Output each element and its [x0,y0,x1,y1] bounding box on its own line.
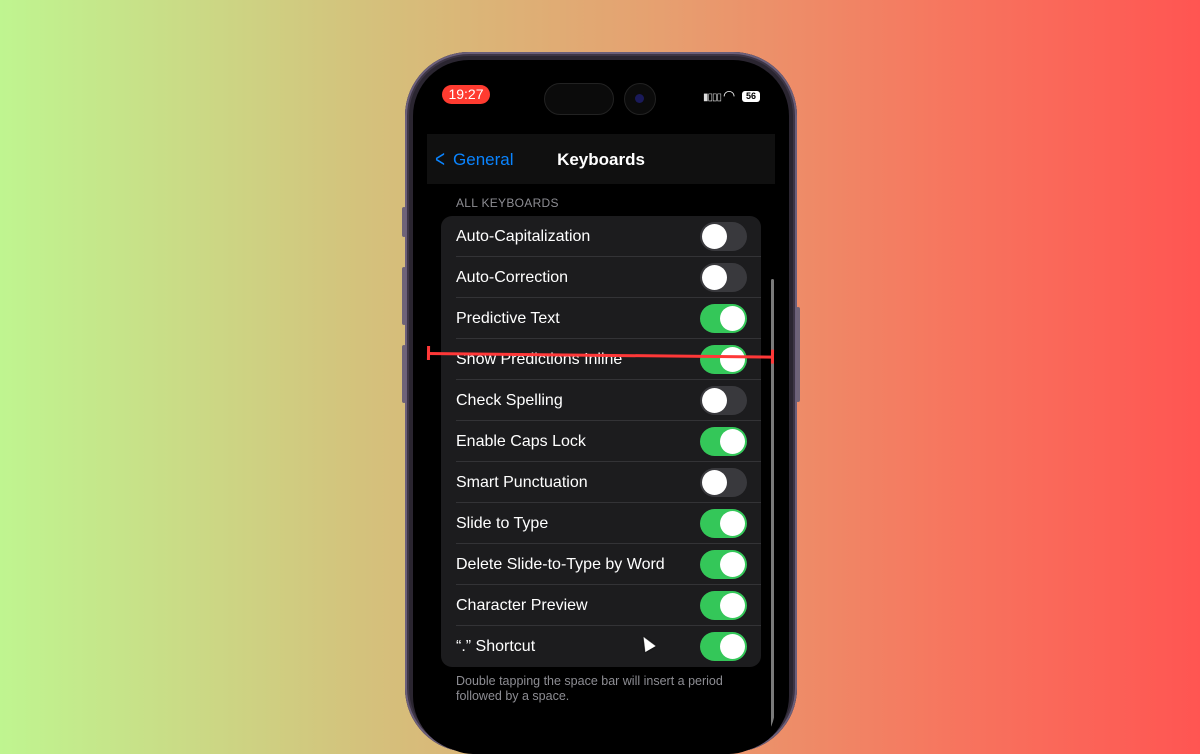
settings-row: Character Preview [441,585,761,626]
row-label: Slide to Type [456,514,549,532]
row-label: Smart Punctuation [456,473,588,491]
settings-row: Check Spelling [441,380,761,421]
toggle-switch[interactable] [700,263,747,292]
settings-row: Auto-Correction [441,257,761,298]
row-label: Auto-Capitalization [456,227,591,245]
toggle-knob [720,347,745,372]
settings-group: Auto-Capitalization Auto-Correction Predic… [441,216,761,667]
toggle-switch[interactable] [700,345,747,374]
row-label: Enable Caps Lock [456,432,586,450]
settings-row: Predictive Text [441,298,761,339]
toggle-knob [702,388,727,413]
camera-icon [624,83,656,115]
battery-icon: 56 [742,91,760,102]
toggle-switch[interactable] [700,222,747,251]
toggle-knob [720,634,745,659]
settings-content: ALL KEYBOARDS Auto-Capitalization Auto-Co… [427,184,775,704]
toggle-switch[interactable] [700,509,747,538]
toggle-switch[interactable] [700,591,747,620]
wifi-icon: ◠ [723,87,736,103]
settings-row: Slide to Type [441,503,761,544]
volume-up-button [402,267,406,325]
toggle-knob [702,224,727,249]
row-label: “.” Shortcut [456,637,536,655]
row-label: Predictive Text [456,309,560,327]
toggle-knob [702,470,727,495]
action-button [402,207,406,237]
status-bar: 19:27 ▮▯▯▯ ◠ 56 [427,74,775,134]
section-footer: Double tapping the space bar will insert… [456,674,723,703]
toggle-knob [702,265,727,290]
navigation-bar: < General Keyboards [427,134,775,184]
settings-row: Smart Punctuation [441,462,761,503]
settings-row: Enable Caps Lock [441,421,761,462]
row-label: Character Preview [456,596,588,614]
screen: 19:27 ▮▯▯▯ ◠ 56 < General Keyboards ALL … [427,74,775,754]
toggle-knob [720,511,745,536]
row-label: Delete Slide-to-Type by Word [456,555,665,573]
volume-down-button [402,345,406,403]
section-header: ALL KEYBOARDS [456,196,559,210]
toggle-knob [720,429,745,454]
toggle-switch[interactable] [700,427,747,456]
toggle-knob [720,593,745,618]
settings-row: Delete Slide-to-Type by Word [441,544,761,585]
phone-frame: 19:27 ▮▯▯▯ ◠ 56 < General Keyboards ALL … [402,52,800,754]
status-time: 19:27 [442,85,490,104]
toggle-knob [720,306,745,331]
settings-row: “.” Shortcut [441,626,761,667]
settings-row: Show Predictions Inline [441,339,761,380]
toggle-switch[interactable] [700,468,747,497]
settings-row: Auto-Capitalization [441,216,761,257]
toggle-switch[interactable] [700,304,747,333]
toggle-knob [720,552,745,577]
page-title: Keyboards [557,150,645,169]
toggle-switch[interactable] [700,550,747,579]
row-label: Check Spelling [456,391,563,409]
side-button [796,307,800,402]
row-label: Auto-Correction [456,268,569,286]
toggle-switch[interactable] [700,386,747,415]
toggle-switch[interactable] [700,632,747,661]
cellular-signal-icon: ▮▯▯▯ [703,92,722,103]
dynamic-island [544,83,614,115]
